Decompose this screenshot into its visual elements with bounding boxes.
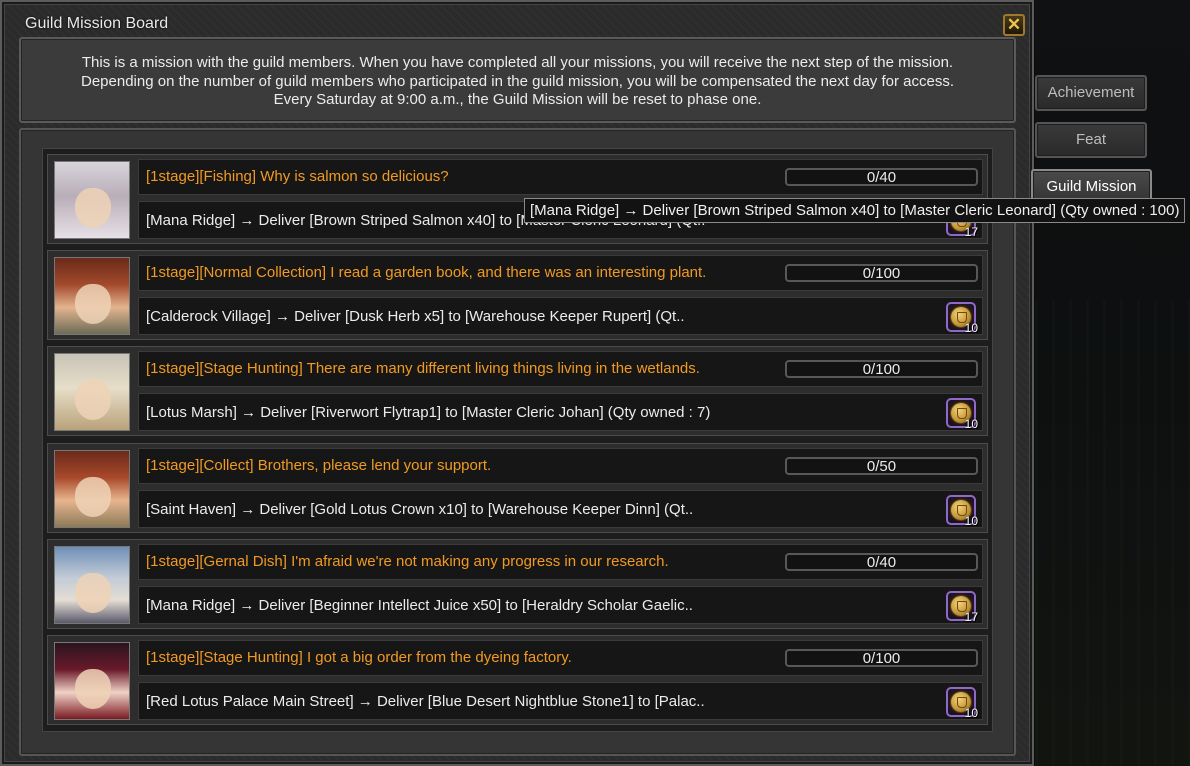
mission-progress-bar: 0/50: [785, 457, 978, 475]
reward-coin-icon[interactable]: 10: [946, 495, 978, 528]
reward-quantity: 10: [964, 321, 978, 335]
mission-header: [1stage][Normal Collection] I read a gar…: [138, 255, 983, 291]
mission-detail-text: [Red Lotus Palace Main Street] → Deliver…: [146, 693, 705, 710]
mission-detail-text: [Saint Haven] → Deliver [Gold Lotus Crow…: [146, 501, 694, 518]
mission-header: [1stage][Gernal Dish] I'm afraid we're n…: [138, 544, 983, 580]
mission-title: [1stage][Normal Collection] I read a gar…: [146, 264, 707, 281]
tab-feat[interactable]: Feat: [1035, 122, 1147, 158]
progress-text: 0/50: [866, 458, 897, 475]
npc-portrait-icon: [54, 353, 130, 431]
npc-portrait-icon: [54, 546, 130, 624]
mission-detail: [Lotus Marsh] → Deliver [Riverwort Flytr…: [138, 393, 983, 431]
reward-quantity: 10: [964, 706, 978, 720]
mission-detail: [Saint Haven] → Deliver [Gold Lotus Crow…: [138, 490, 983, 528]
mission-detail-tooltip: [Mana Ridge] → Deliver [Brown Striped Sa…: [524, 198, 1186, 223]
npc-portrait-icon: [54, 257, 130, 335]
mission-title: [1stage][Collect] Brothers, please lend …: [146, 457, 492, 474]
mission-progress-bar: 0/40: [785, 553, 978, 571]
reward-quantity: 10: [964, 417, 978, 431]
mission-detail-text: [Lotus Marsh] → Deliver [Riverwort Flytr…: [146, 404, 711, 421]
mission-progress-bar: 0/100: [785, 264, 978, 282]
mission-header: [1stage][Stage Hunting] There are many d…: [138, 351, 983, 387]
mission-item[interactable]: [1stage][Stage Hunting] I got a big orde…: [47, 635, 988, 725]
window-title: Guild Mission Board: [25, 15, 169, 32]
mission-detail-text: [Mana Ridge] → Deliver [Beginner Intelle…: [146, 597, 693, 614]
mission-detail: [Calderock Village] → Deliver [Dusk Herb…: [138, 297, 983, 335]
mission-title: [1stage][Stage Hunting] I got a big orde…: [146, 649, 572, 666]
reward-coin-icon[interactable]: 10: [946, 398, 978, 431]
progress-text: 0/100: [862, 265, 901, 282]
description-line: Depending on the number of guild members…: [81, 73, 954, 90]
mission-header: [1stage][Stage Hunting] I got a big orde…: [138, 640, 983, 676]
description-panel: This is a mission with the guild members…: [19, 37, 1016, 123]
mission-item[interactable]: [1stage][Gernal Dish] I'm afraid we're n…: [47, 539, 988, 629]
progress-text: 0/100: [862, 361, 901, 378]
npc-portrait-icon: [54, 450, 130, 528]
mission-header: [1stage][Collect] Brothers, please lend …: [138, 448, 983, 484]
description-line: Every Saturday at 9:00 a.m., the Guild M…: [273, 91, 762, 108]
mission-progress-bar: 0/100: [785, 649, 978, 667]
game-world-background: [1035, 0, 1190, 766]
progress-text: 0/100: [862, 650, 901, 667]
mission-header: [1stage][Fishing] Why is salmon so delic…: [138, 159, 983, 195]
reward-coin-icon[interactable]: 10: [946, 302, 978, 335]
tab-achievement[interactable]: Achievement: [1035, 75, 1147, 111]
description-line: This is a mission with the guild members…: [81, 54, 954, 71]
mission-progress-bar: 0/100: [785, 360, 978, 378]
progress-text: 0/40: [866, 554, 897, 571]
mission-detail: [Red Lotus Palace Main Street] → Deliver…: [138, 682, 983, 720]
mission-detail-text: [Calderock Village] → Deliver [Dusk Herb…: [146, 308, 685, 325]
reward-quantity: 10: [964, 514, 978, 528]
progress-text: 0/40: [866, 169, 897, 186]
reward-coin-icon[interactable]: 17: [946, 591, 978, 624]
mission-item[interactable]: [1stage][Stage Hunting] There are many d…: [47, 346, 988, 436]
close-button[interactable]: ✕: [1003, 14, 1025, 36]
npc-portrait-icon: [54, 161, 130, 239]
npc-portrait-icon: [54, 642, 130, 720]
mission-detail: [Mana Ridge] → Deliver [Beginner Intelle…: [138, 586, 983, 624]
mission-title: [1stage][Stage Hunting] There are many d…: [146, 360, 700, 377]
reward-quantity: 17: [964, 225, 978, 239]
mission-progress-bar: 0/40: [785, 168, 978, 186]
mission-title: [1stage][Gernal Dish] I'm afraid we're n…: [146, 553, 669, 570]
reward-quantity: 17: [964, 610, 978, 624]
mission-item[interactable]: [1stage][Normal Collection] I read a gar…: [47, 250, 988, 340]
mission-title: [1stage][Fishing] Why is salmon so delic…: [146, 168, 449, 185]
reward-coin-icon[interactable]: 10: [946, 687, 978, 720]
mission-item[interactable]: [1stage][Collect] Brothers, please lend …: [47, 443, 988, 533]
